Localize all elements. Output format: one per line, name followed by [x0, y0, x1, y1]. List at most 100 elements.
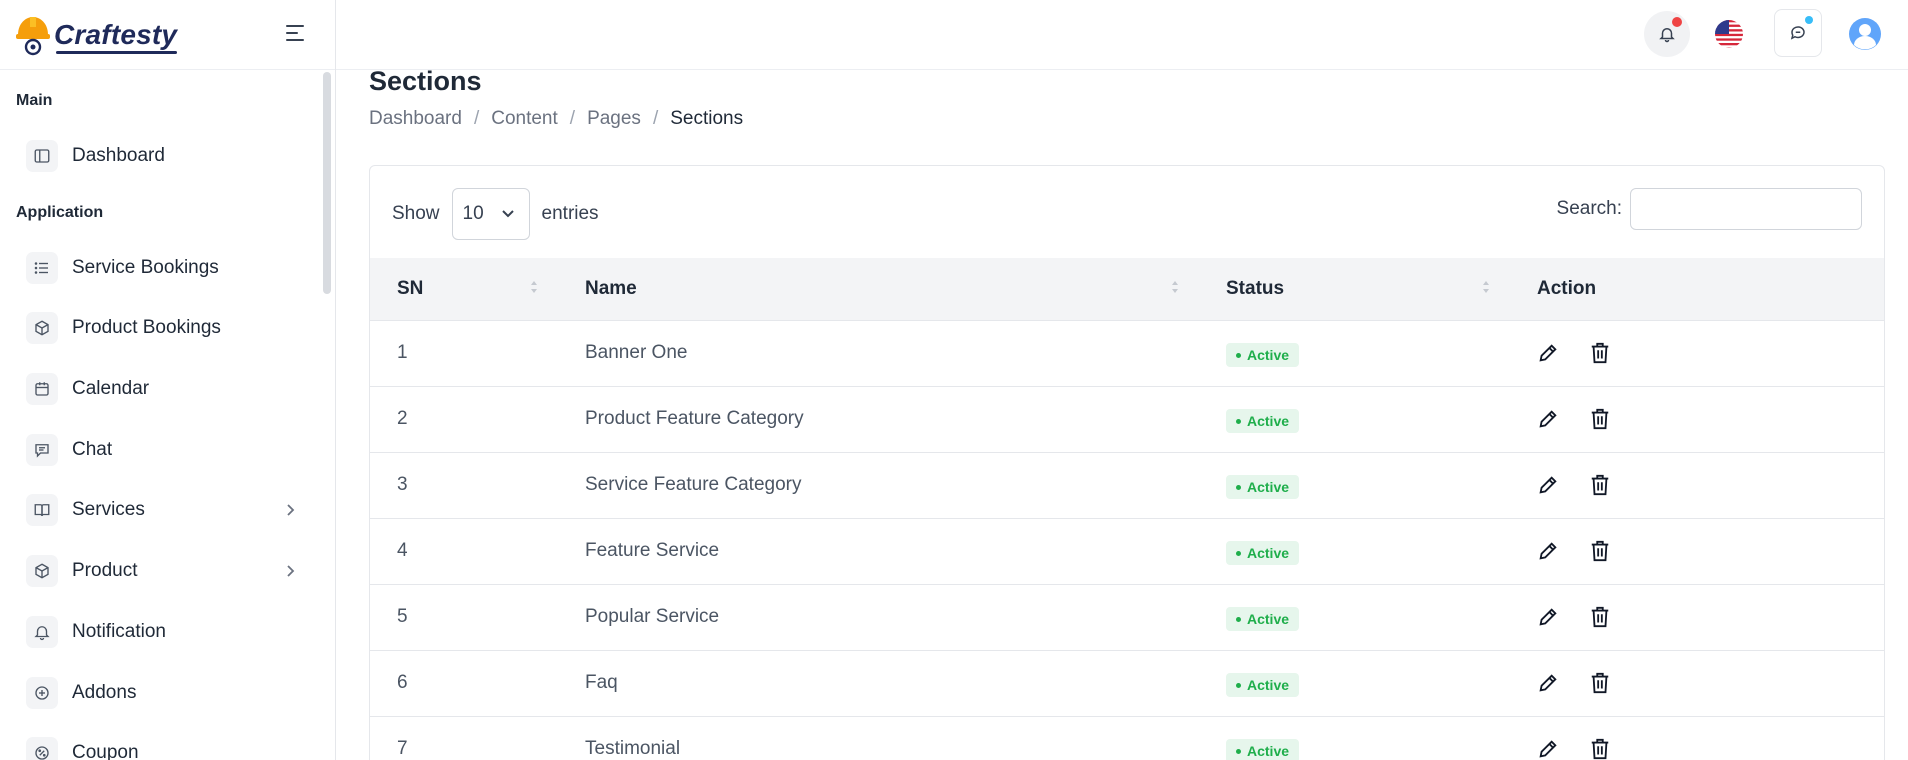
- delete-button[interactable]: [1589, 473, 1611, 497]
- status-dot: [1236, 682, 1241, 688]
- status-badge: Active: [1226, 343, 1300, 367]
- menu-toggle-icon[interactable]: [284, 22, 310, 44]
- cell-action: [1510, 452, 1884, 518]
- sidebar-item-product[interactable]: Product: [26, 549, 306, 593]
- pencil-icon: [1539, 608, 1557, 626]
- us-flag-icon: [1715, 20, 1743, 48]
- status-dot: [1236, 352, 1241, 358]
- search-label: Search:: [1556, 198, 1622, 219]
- bell-icon: [26, 616, 58, 648]
- delete-button[interactable]: [1589, 605, 1611, 629]
- cell-status: Active: [1199, 320, 1510, 386]
- trash-icon: [1591, 540, 1609, 562]
- cell-action: [1510, 584, 1884, 650]
- page-length-select[interactable]: 10: [451, 188, 530, 240]
- cell-status: Active: [1199, 650, 1510, 716]
- cell-sn: 2: [397, 408, 408, 429]
- cell-action: [1510, 386, 1884, 452]
- table-body: 1 Banner One Active 2 Product Feature Ca…: [370, 320, 1884, 760]
- sidebar-item-services[interactable]: Services: [26, 488, 306, 532]
- page-length-value: 10: [462, 203, 484, 224]
- breadcrumb-pages[interactable]: Pages: [587, 108, 641, 130]
- cell-status: Active: [1199, 584, 1510, 650]
- sidebar-item-dashboard[interactable]: Dashboard: [26, 134, 306, 178]
- box-icon: [26, 555, 58, 587]
- main-content: Sections Dashboard / Content / Pages / S…: [369, 66, 1885, 760]
- sidebar-item-addons[interactable]: Addons: [26, 671, 306, 715]
- cell-sn: 5: [397, 606, 408, 627]
- layout-sidebar-icon: [26, 140, 58, 172]
- column-header-name[interactable]: Name: [558, 258, 1199, 320]
- column-label: SN: [397, 277, 424, 299]
- avatar[interactable]: [1842, 11, 1888, 57]
- pencil-icon: [1539, 410, 1557, 428]
- column-header-status[interactable]: Status: [1199, 258, 1510, 320]
- edit-button[interactable]: [1537, 342, 1559, 364]
- cell-action: [1510, 650, 1884, 716]
- sidebar-item-coupon[interactable]: Coupon: [26, 731, 306, 760]
- sidebar-item-service-bookings[interactable]: Service Bookings: [26, 246, 306, 290]
- top-bar: [336, 0, 1908, 70]
- row-actions: [1537, 671, 1884, 695]
- sidebar-item-calendar[interactable]: Calendar: [26, 367, 306, 411]
- column-label: Name: [585, 277, 637, 299]
- status-badge: Active: [1226, 409, 1300, 433]
- delete-button[interactable]: [1589, 341, 1611, 365]
- page-length-control: Show 10 entries: [392, 188, 599, 240]
- brand-name[interactable]: Craftesty: [54, 19, 178, 54]
- table-row: 7 Testimonial Active: [370, 716, 1884, 760]
- breadcrumb-content[interactable]: Content: [491, 108, 558, 130]
- messages-button[interactable]: [1774, 9, 1822, 57]
- cell-sn: 1: [397, 342, 408, 363]
- delete-button[interactable]: [1589, 671, 1611, 695]
- notification-button[interactable]: [1644, 11, 1690, 57]
- row-actions: [1537, 605, 1884, 629]
- brand-bar: Craftesty: [0, 0, 335, 70]
- status-dot: [1236, 550, 1241, 556]
- sidebar-item-label: Service Bookings: [72, 257, 219, 278]
- sidebar-item-chat[interactable]: Chat: [26, 428, 306, 472]
- cell-name: Banner One: [585, 342, 688, 363]
- delete-button[interactable]: [1589, 737, 1611, 760]
- cell-sn: 7: [397, 738, 408, 760]
- cell-sn: 4: [397, 540, 408, 561]
- cell-action: [1510, 518, 1884, 584]
- edit-button[interactable]: [1537, 540, 1559, 562]
- delete-button[interactable]: [1589, 407, 1611, 431]
- messages-dot: [1805, 16, 1813, 24]
- edit-button[interactable]: [1537, 672, 1559, 694]
- logo-icon: [14, 13, 52, 57]
- pencil-icon: [1539, 740, 1557, 758]
- row-actions: [1537, 539, 1884, 563]
- search-input[interactable]: [1630, 188, 1862, 230]
- sort-icon: [1483, 281, 1489, 293]
- cell-status: Active: [1199, 386, 1510, 452]
- sidebar-item-label: Addons: [72, 682, 137, 703]
- cell-sn: 6: [397, 672, 408, 693]
- edit-button[interactable]: [1537, 606, 1559, 628]
- sidebar-item-label: Calendar: [72, 378, 150, 399]
- sidebar-item-label: Chat: [72, 439, 113, 460]
- status-text: Active: [1247, 743, 1290, 760]
- chat-icon: [1790, 26, 1805, 40]
- sections-table-card: Show 10 entries Search: SN Name Status A…: [369, 165, 1885, 760]
- edit-button[interactable]: [1537, 474, 1559, 496]
- language-button[interactable]: [1706, 11, 1752, 57]
- trash-icon: [1591, 672, 1609, 694]
- status-text: Active: [1247, 677, 1290, 693]
- row-actions: [1537, 473, 1884, 497]
- trash-icon: [1591, 474, 1609, 496]
- edit-button[interactable]: [1537, 738, 1559, 760]
- sections-table: SN Name Status Action 1 Banner One Activ…: [370, 258, 1884, 760]
- edit-button[interactable]: [1537, 408, 1559, 430]
- status-text: Active: [1247, 611, 1290, 627]
- sidebar-item-notification[interactable]: Notification: [26, 610, 306, 654]
- search-control: Search:: [1557, 188, 1862, 230]
- cell-sn: 3: [397, 474, 408, 495]
- column-header-sn[interactable]: SN: [370, 258, 558, 320]
- sidebar-item-product-bookings[interactable]: Product Bookings: [26, 306, 306, 350]
- delete-button[interactable]: [1589, 539, 1611, 563]
- breadcrumb-dashboard[interactable]: Dashboard: [369, 108, 462, 130]
- list-icon: [26, 252, 58, 284]
- sidebar-scrollbar[interactable]: [323, 72, 331, 294]
